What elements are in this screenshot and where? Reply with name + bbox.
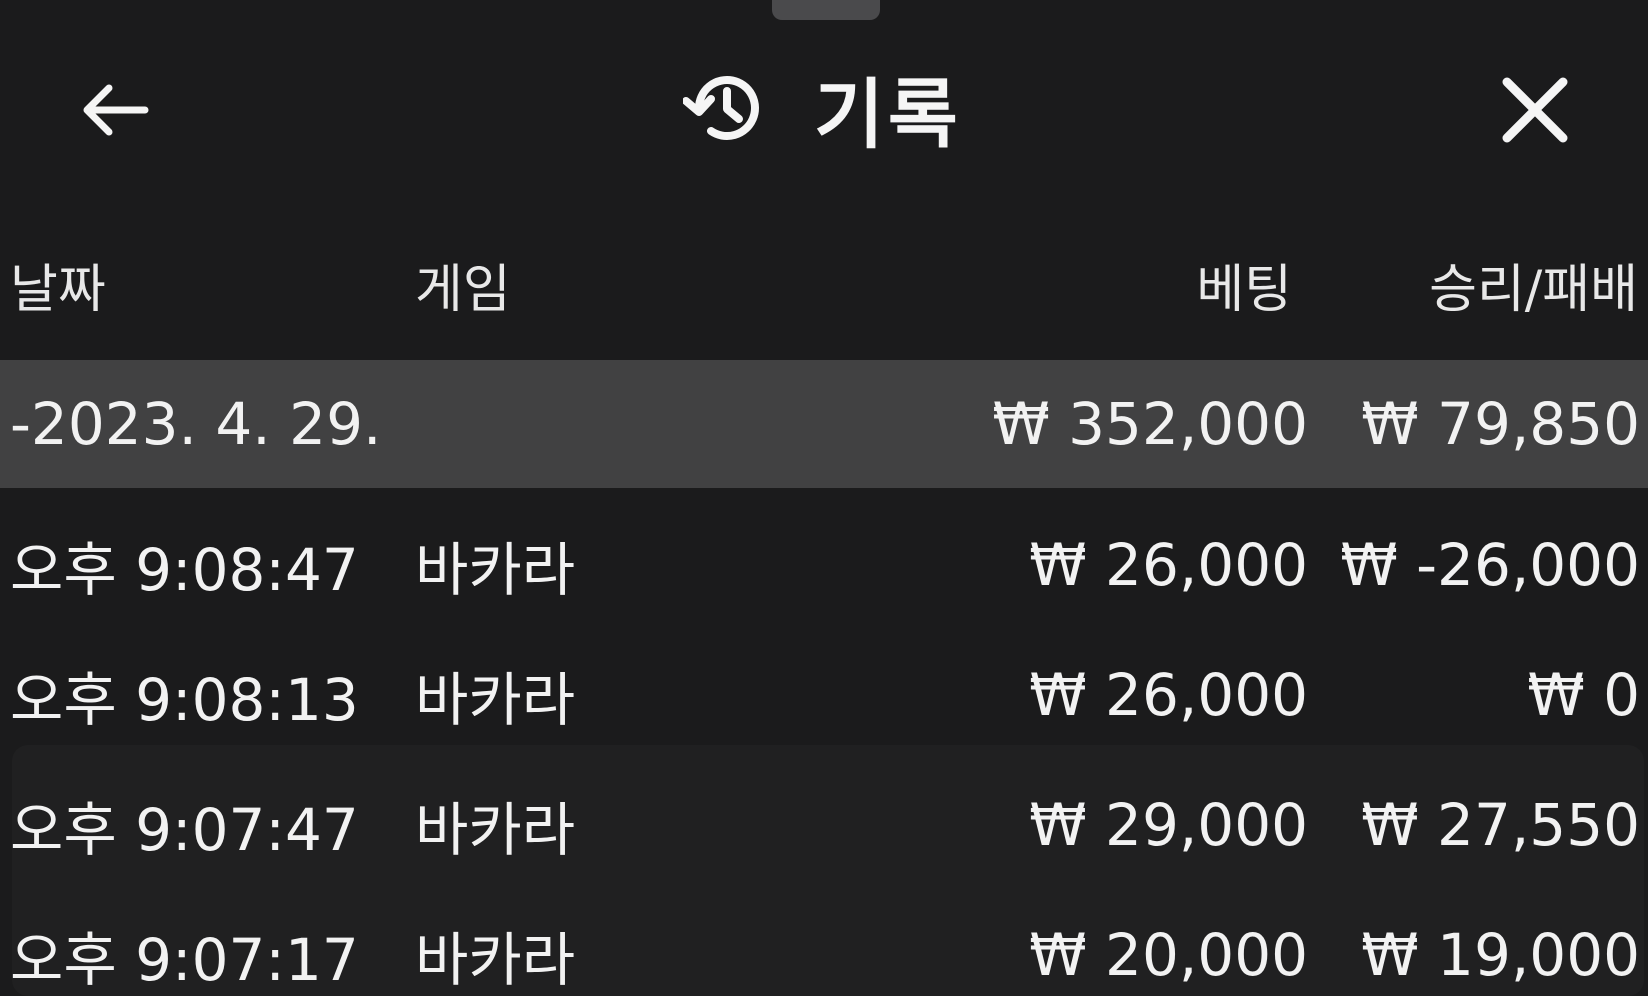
title-group: 기록 [680, 58, 962, 159]
history-header: 기록 [0, 40, 1648, 170]
summary-row[interactable]: -2023. 4. 29. ₩ 352,000 ₩ 79,850 [0, 360, 1648, 488]
table-row[interactable]: 오후 9:07:17 바카라 ₩ 20,000 ₩ 19,000 [0, 890, 1648, 996]
close-icon [1502, 77, 1568, 143]
row-game: 바카라 [415, 796, 576, 864]
row-bet: ₩ 29,000 [1029, 791, 1308, 859]
row-bet: ₩ 26,000 [1029, 661, 1308, 729]
column-header-result: 승리/패배 [1429, 260, 1638, 320]
row-result: ₩ -26,000 [1340, 531, 1640, 599]
close-button[interactable] [1490, 65, 1580, 155]
summary-bet: ₩ 352,000 [992, 390, 1308, 458]
summary-date: -2023. 4. 29. [10, 390, 382, 458]
table-row[interactable]: 오후 9:08:13 바카라 ₩ 26,000 ₩ 0 [0, 630, 1648, 760]
column-header-bet: 베팅 [1196, 260, 1292, 320]
history-panel: 기록 날짜 게임 베팅 승리/패배 -2023. 4. 29. ₩ 352,00… [0, 0, 1648, 996]
column-header-date: 날짜 [10, 260, 106, 320]
table-row[interactable]: 오후 9:07:47 바카라 ₩ 29,000 ₩ 27,550 [0, 760, 1648, 890]
row-time: 오후 9:08:47 [10, 536, 359, 604]
row-time: 오후 9:07:47 [10, 796, 359, 864]
row-game: 바카라 [415, 666, 576, 734]
row-game: 바카라 [415, 536, 576, 604]
arrow-left-icon [83, 84, 149, 136]
page-title: 기록 [814, 70, 962, 159]
history-clock-icon [680, 62, 772, 154]
table-row[interactable]: 오후 9:08:47 바카라 ₩ 26,000 ₩ -26,000 [0, 500, 1648, 630]
row-bet: ₩ 20,000 [1029, 921, 1308, 989]
row-time: 오후 9:08:13 [10, 666, 359, 734]
row-game: 바카라 [415, 926, 576, 994]
row-time: 오후 9:07:17 [10, 926, 359, 994]
row-result: ₩ 0 [1527, 661, 1640, 729]
summary-result: ₩ 79,850 [1361, 390, 1640, 458]
back-button[interactable] [70, 70, 160, 150]
drag-handle[interactable] [772, 0, 880, 20]
row-bet: ₩ 26,000 [1029, 531, 1308, 599]
row-result: ₩ 27,550 [1361, 791, 1640, 859]
row-result: ₩ 19,000 [1361, 921, 1640, 989]
column-header-game: 게임 [415, 260, 511, 320]
